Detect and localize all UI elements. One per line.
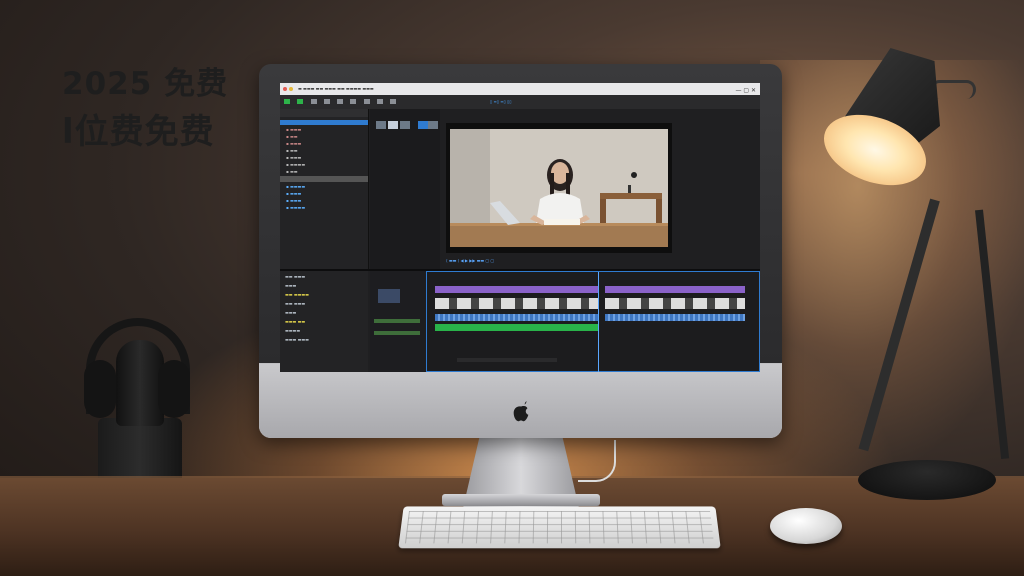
media-thumbnail[interactable] (376, 121, 386, 129)
timeline-playhead[interactable] (598, 272, 599, 372)
audio-clip[interactable] (435, 314, 599, 321)
editor-screen: ▬ ▬▬▬ ▬▬ ▬▬▬ ▬▬ ▬▬▬▬ ▬▬▬ — ▢ ✕ ▯ ≡▯ ≡▯ ▯… (280, 83, 760, 372)
media-thumbnail[interactable] (388, 121, 398, 129)
timeline-scrollbar[interactable] (457, 358, 557, 362)
title-clip[interactable] (435, 286, 599, 293)
audio-clip[interactable] (605, 314, 745, 321)
title-clip[interactable] (605, 286, 745, 293)
video-frame (450, 129, 668, 247)
play-tool-icon[interactable] (297, 99, 304, 104)
workspace-tabs[interactable]: ▯ ≡▯ ≡▯ ▯▯ (490, 95, 512, 109)
window-title-bar: ▬ ▬▬▬ ▬▬ ▬▬▬ ▬▬ ▬▬▬▬ ▬▬▬ — ▢ ✕ (280, 83, 760, 95)
program-monitor[interactable] (446, 123, 672, 253)
project-item[interactable]: ▪ ▬▬ (286, 169, 368, 174)
project-item[interactable]: ▪ ▬▬▬▬ (286, 205, 368, 210)
media-thumbnail[interactable] (418, 121, 428, 129)
tool-icon[interactable] (363, 99, 370, 104)
video-clip[interactable] (605, 298, 745, 309)
playback-controls[interactable]: ⟨ ▬▬ ⟩ ◀ ▶ ▶▶ ▬▬ ▢ ▢ (446, 257, 672, 265)
track-thumbnail[interactable] (378, 289, 400, 303)
panel-row[interactable]: ▬▬ ▬▬▬▬ (285, 292, 368, 298)
track-header-row[interactable] (374, 331, 420, 335)
tool-icon[interactable] (390, 99, 397, 104)
headphones-right-cup (158, 360, 190, 418)
menu-bar[interactable]: ▬ ▬▬▬ ▬▬ ▬▬▬ ▬▬ ▬▬▬▬ ▬▬▬ (298, 86, 374, 91)
record-tool-icon[interactable] (284, 99, 290, 104)
tool-icon[interactable] (337, 99, 344, 104)
headphones-left-cup (84, 360, 116, 418)
project-item[interactable]: ▪ ▬▬▬▬ (286, 162, 368, 167)
panel-row[interactable]: ▬▬▬ ▬▬▬ (285, 337, 368, 343)
bin-header[interactable] (280, 176, 368, 182)
keyboard-keys (404, 511, 715, 544)
headline-line-2: l位费免费 (62, 112, 215, 152)
panel-row[interactable]: ▬▬ ▬▬▬ (285, 274, 368, 280)
tool-icon[interactable] (310, 99, 317, 104)
apple-logo-icon (513, 401, 529, 422)
panel-row[interactable]: ▬▬▬ (285, 310, 368, 316)
panel-row[interactable]: ▬▬▬ ▬▬ (285, 319, 368, 325)
project-item[interactable]: ▪ ▬▬ (286, 148, 368, 153)
tool-icon[interactable] (376, 99, 383, 104)
mouse (770, 508, 842, 544)
video-clip[interactable] (435, 298, 599, 309)
tool-icon[interactable] (350, 99, 357, 104)
timeline-panel[interactable] (426, 271, 760, 372)
music-clip[interactable] (435, 324, 599, 331)
headline-line-1: 2025 免费 (62, 66, 229, 102)
selected-bin[interactable] (280, 120, 368, 125)
keyboard (398, 506, 721, 549)
media-thumbnail[interactable] (428, 121, 438, 129)
project-panel-header (280, 109, 368, 117)
effect-controls-panel: ▬▬ ▬▬▬ ▬▬▬ ▬▬ ▬▬▬▬ ▬▬ ▬▬▬ ▬▬▬ ▬▬▬ ▬▬ ▬▬▬… (280, 271, 368, 372)
media-browser (370, 109, 440, 269)
project-item[interactable]: ▪ ▬▬▬ (286, 127, 368, 132)
power-cable (578, 440, 616, 482)
track-header-row[interactable] (374, 319, 420, 323)
project-item[interactable]: ▪ ▬▬ (286, 134, 368, 139)
project-item[interactable]: ▪ ▬▬▬ (286, 155, 368, 160)
tool-icon[interactable] (323, 99, 330, 104)
close-window-icon[interactable] (283, 87, 287, 91)
project-item[interactable]: ▪ ▬▬▬ (286, 141, 368, 146)
project-panel: ▪ ▬▬▬ ▪ ▬▬ ▪ ▬▬▬ ▪ ▬▬ ▪ ▬▬▬ ▪ ▬▬▬▬ ▪ ▬▬ … (280, 109, 369, 269)
panel-row[interactable]: ▬▬▬ (285, 283, 368, 289)
editor-toolbar: ▯ ≡▯ ≡▯ ▯▯ (280, 95, 760, 109)
minimize-window-icon[interactable] (289, 87, 293, 91)
project-item[interactable]: ▪ ▬▬▬▬ (286, 184, 368, 189)
track-headers (370, 271, 426, 372)
panel-row[interactable]: ▬▬▬▬ (285, 328, 368, 334)
project-item[interactable]: ▪ ▬▬▬ (286, 198, 368, 203)
media-thumbnail[interactable] (400, 121, 410, 129)
project-item[interactable]: ▪ ▬▬▬ (286, 191, 368, 196)
imac-stand-base (442, 494, 600, 506)
panel-row[interactable]: ▬▬ ▬▬▬ (285, 301, 368, 307)
lamp-base (858, 460, 996, 500)
